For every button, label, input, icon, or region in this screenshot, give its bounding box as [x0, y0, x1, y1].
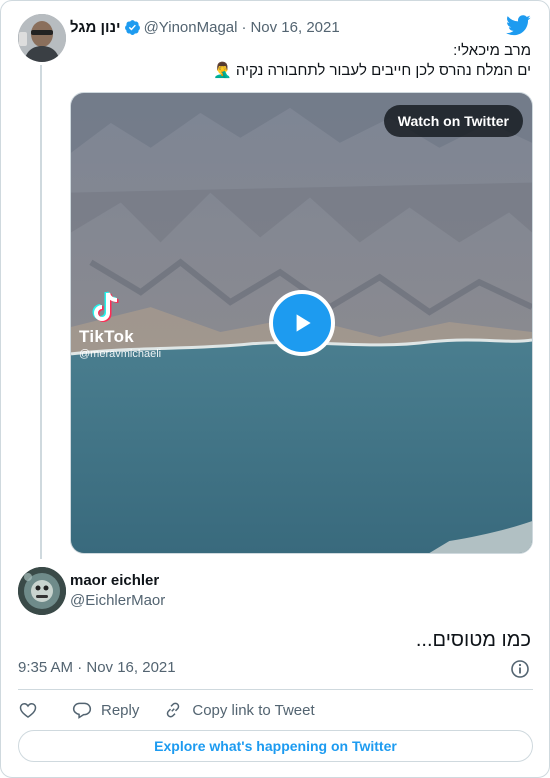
tweet-header: ינון מגל @YinonMagal · Nov 16, 2021: [70, 17, 340, 37]
reply-author-avatar[interactable]: [18, 567, 66, 615]
copy-link-button[interactable]: Copy link to Tweet: [163, 700, 315, 720]
meta-separator: ·: [241, 18, 247, 36]
tweet-text-line: ים המלח נהרס לכן חייבים לעבור לתחבורה נק…: [213, 62, 531, 79]
reply-button-label: Reply: [101, 701, 140, 719]
twitter-bird-icon[interactable]: [506, 15, 531, 36]
tiktok-watermark: TikTok @meravmichaeli: [79, 289, 161, 360]
tweet-text: מרב מיכאלי: ים המלח נהרס לכן חייבים לעבו…: [213, 41, 531, 81]
like-button[interactable]: [18, 700, 38, 720]
tweet-timestamp[interactable]: 9:35 AM · Nov 16, 2021: [18, 659, 176, 676]
reply-author-name[interactable]: maor eichler: [70, 572, 159, 589]
author-name[interactable]: ינון מגל: [70, 19, 121, 36]
reply-button[interactable]: Reply: [72, 700, 139, 720]
play-button[interactable]: [269, 290, 335, 356]
tweet-date[interactable]: Nov 16, 2021: [250, 19, 339, 36]
verified-badge-icon: [124, 19, 140, 35]
tweet-embed-card: ינון מגל @YinonMagal · Nov 16, 2021 מרב …: [0, 0, 550, 778]
heart-icon: [19, 702, 37, 719]
play-icon: [296, 314, 311, 332]
author-handle[interactable]: @YinonMagal: [144, 19, 238, 36]
explore-button[interactable]: Explore what's happening on Twitter: [18, 730, 533, 762]
link-icon: [167, 702, 180, 718]
reply-bubble-icon: [72, 702, 92, 719]
video-thumbnail[interactable]: Watch on Twitter TikTok @meravmichaeli: [70, 92, 533, 554]
info-icon[interactable]: [510, 659, 530, 679]
reply-author-handle[interactable]: @EichlerMaor: [70, 592, 165, 609]
watch-on-twitter-button[interactable]: Watch on Twitter: [383, 105, 523, 137]
reply-text: כמו מטוסים...: [415, 629, 531, 651]
tiktok-handle-text: @meravmichaeli: [79, 348, 162, 360]
divider: [18, 689, 533, 690]
thread-connector-line: [40, 65, 42, 559]
tweet-actions: Reply Copy link to Tweet: [18, 699, 315, 721]
copy-link-label: Copy link to Tweet: [192, 701, 315, 719]
tweet-text-line: מרב מיכאלי:: [453, 42, 531, 59]
tiktok-brand-text: TikTok: [79, 327, 135, 346]
author-avatar[interactable]: [18, 14, 66, 62]
tiktok-logo-icon: [92, 291, 119, 322]
